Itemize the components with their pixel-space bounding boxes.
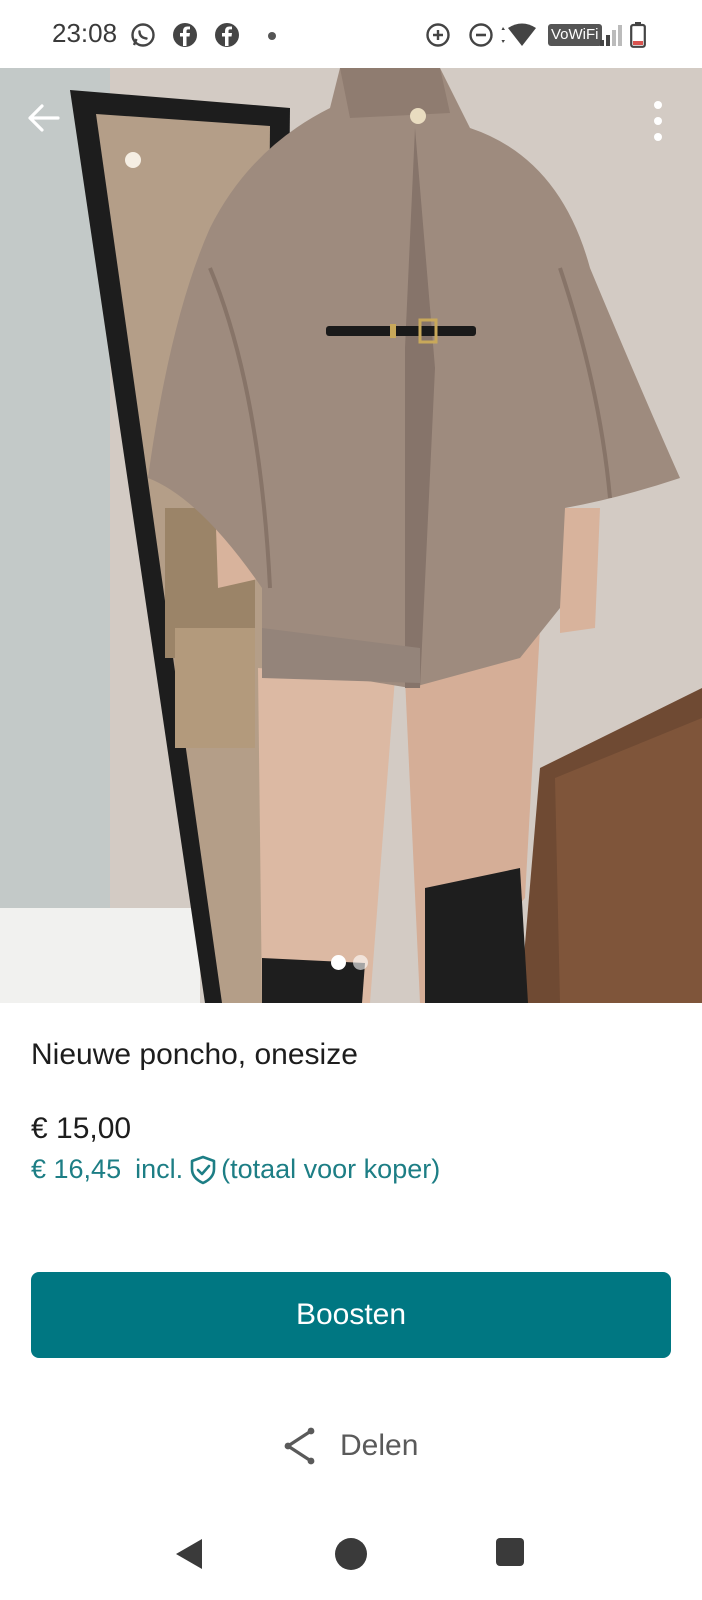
notification-dot [268,32,276,40]
facebook-icon [215,23,239,47]
pager-dot-2[interactable] [353,955,368,970]
back-button[interactable] [22,96,66,140]
boost-button[interactable]: Boosten [31,1272,671,1358]
nav-home-icon[interactable] [333,1536,369,1572]
photo-pager [331,955,368,970]
arrow-left-icon [28,104,60,132]
whatsapp-icon [131,23,155,47]
system-nav-bar [0,1510,702,1600]
wifi-icon [501,23,536,46]
buyer-total-price[interactable]: € 16,45 incl. (totaal voor koper) [31,1154,440,1185]
vowifi-badge: VoWiFi [548,24,602,46]
share-label: Delen [340,1429,419,1462]
pager-dot-1[interactable] [331,955,346,970]
signal-icon [600,25,622,46]
shield-check-icon [190,1155,216,1184]
do-not-disturb-icon [469,23,493,47]
share-button[interactable]: Delen [280,1425,418,1467]
total-amount: € 16,45 [31,1154,122,1184]
battery-icon [630,22,646,48]
listing-title: Nieuwe poncho, onesize [31,1038,358,1071]
total-incl: incl. [135,1154,184,1184]
nav-back-icon[interactable] [172,1536,208,1572]
more-vertical-icon [654,101,662,141]
more-options-button[interactable] [640,96,676,146]
nav-recents-icon[interactable] [494,1536,526,1568]
status-bar: 23:08 VoWiFi [0,0,702,68]
share-icon [284,1427,315,1465]
listing-photo[interactable] [0,68,702,1003]
listing-price: € 15,00 [31,1112,132,1145]
total-note: (totaal voor koper) [221,1154,441,1184]
data-saver-icon [426,23,450,47]
poncho-photo [0,68,702,1003]
facebook-icon [173,23,197,47]
status-time: 23:08 [52,18,118,48]
